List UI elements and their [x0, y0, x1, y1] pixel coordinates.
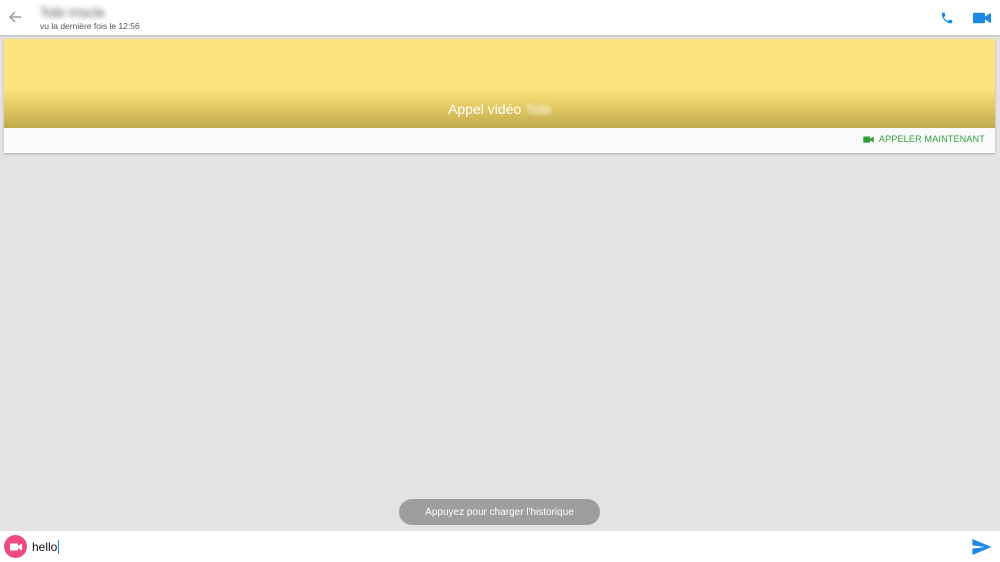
video-camera-icon	[973, 12, 991, 24]
load-history-button[interactable]: Appuyez pour charger l'historique	[399, 499, 600, 525]
message-input[interactable]: hello	[32, 538, 932, 556]
voice-call-button[interactable]	[938, 9, 956, 27]
message-text: hello	[32, 540, 58, 554]
video-call-title: Appel vidéo Tobi	[4, 101, 995, 117]
call-now-label: APPELER MAINTENANT	[878, 134, 985, 144]
top-app-bar: Tobi Iriscle vu la dernière fois le 12:5…	[0, 0, 1000, 35]
call-now-button[interactable]: APPELER MAINTENANT	[863, 134, 985, 144]
back-button[interactable]	[6, 8, 24, 26]
video-call-title-text: Appel vidéo	[448, 101, 522, 117]
video-call-banner[interactable]: Appel vidéo Tobi	[4, 39, 995, 128]
video-message-button[interactable]	[4, 535, 27, 558]
back-arrow-icon	[8, 11, 21, 23]
video-call-button[interactable]	[972, 9, 992, 27]
phone-icon	[941, 12, 953, 24]
text-cursor	[58, 540, 60, 554]
contact-name[interactable]: Tobi Iriscle	[40, 5, 105, 20]
video-call-card: Appel vidéo Tobi APPELER MAINTENANT	[4, 39, 995, 153]
video-call-contact: Tobi	[525, 101, 551, 117]
video-camera-icon	[9, 543, 22, 550]
message-composer: hello	[0, 531, 1000, 562]
last-seen-status: vu la dernière fois le 12:56	[40, 21, 140, 31]
chat-screen: Tobi Iriscle vu la dernière fois le 12:5…	[0, 0, 1000, 562]
send-icon	[972, 539, 992, 555]
video-camera-icon	[863, 135, 874, 143]
send-button[interactable]	[971, 537, 993, 557]
